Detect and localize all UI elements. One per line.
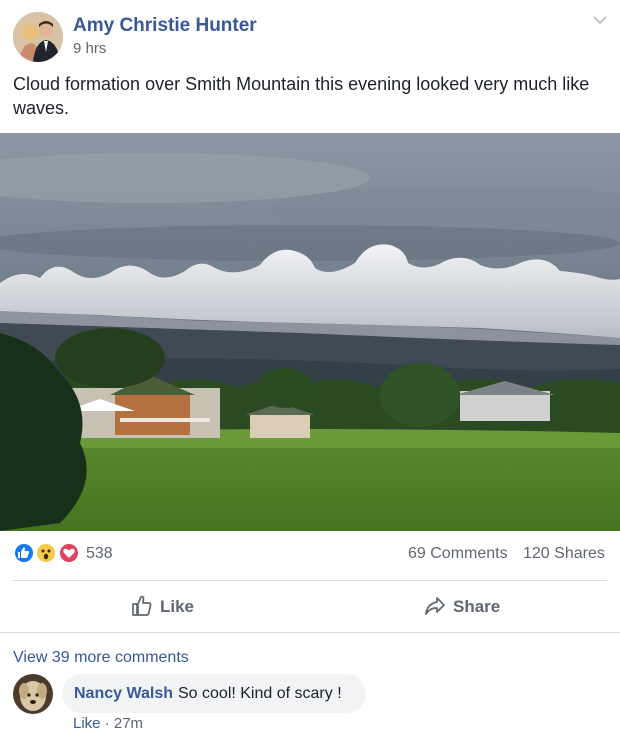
love-reaction-icon[interactable] — [58, 542, 80, 564]
shares-count-link[interactable]: 120 Shares — [523, 545, 605, 563]
comment-bubble: Nancy Walsh So cool! Kind of scary ! — [62, 674, 366, 713]
wow-reaction-icon[interactable] — [35, 542, 57, 564]
like-reaction-icon[interactable] — [13, 542, 35, 564]
like-button[interactable]: Like — [130, 594, 200, 620]
post-text: Cloud formation over Smith Mountain this… — [13, 74, 590, 118]
comments-count-link[interactable]: 69 Comments — [408, 545, 508, 563]
author-avatar[interactable] — [13, 12, 63, 62]
view-more-comments-link[interactable]: View 39 more comments — [13, 649, 189, 667]
stats-divider — [13, 580, 607, 581]
reaction-stats: 538 69 Comments 120 Shares — [0, 540, 620, 572]
post-author-name[interactable]: Amy Christie Hunter — [73, 15, 257, 37]
comment-text: So cool! Kind of scary ! — [178, 685, 342, 702]
post-timestamp[interactable]: 9 hrs — [73, 40, 106, 57]
post-header: Amy Christie Hunter 9 hrs — [0, 0, 620, 70]
reaction-count[interactable]: 538 — [86, 545, 113, 563]
comment-time[interactable]: · 27m — [101, 715, 143, 732]
comment-like-link[interactable]: Like — [73, 715, 101, 732]
post-photo[interactable] — [0, 133, 620, 531]
share-button[interactable]: Share — [423, 594, 503, 620]
chevron-down-icon[interactable] — [592, 14, 608, 26]
share-arrow-icon — [425, 597, 445, 615]
comment-meta: Like · 27m — [73, 715, 143, 732]
commenter-name[interactable]: Nancy Walsh — [74, 685, 173, 703]
actions-divider — [0, 632, 620, 633]
like-button-label: Like — [160, 597, 195, 616]
share-button-label: Share — [453, 597, 501, 616]
thumbs-up-icon — [132, 595, 152, 616]
commenter-avatar[interactable] — [13, 674, 53, 714]
